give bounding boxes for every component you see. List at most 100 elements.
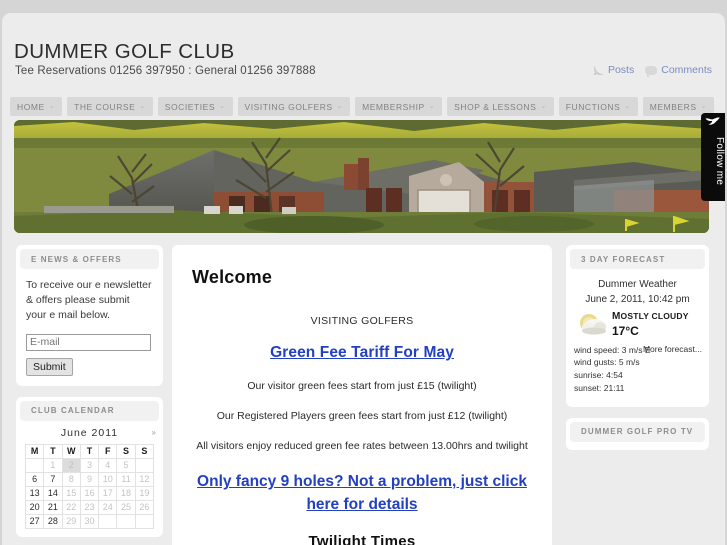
widget-3-day-forecast: 3 DAY FORECAST Dummer Weather June 2, 20… [566,245,709,407]
nav-item-societies[interactable]: SOCIETIES ⌄ [157,97,233,116]
submit-button[interactable]: Submit [26,357,73,376]
weather-timestamp: June 2, 2011, 10:42 pm [585,294,690,305]
calendar-day: 24 [98,499,118,515]
widget-title-pro-tv: DUMMER GOLF PRO TV [570,421,705,442]
calendar-weekday: S [134,443,155,459]
site-title: DUMMER GOLF CLUB [14,40,235,63]
chevron-down-icon: ⌄ [219,103,226,110]
page-root: DUMMER GOLF CLUB Tee Reservations 01256 … [0,0,727,545]
twitter-bird-icon [705,117,720,125]
chevron-down-icon: ⌄ [428,103,436,110]
calendar-day: 23 [79,499,100,515]
nine-holes-link[interactable]: Only fancy 9 holes? Not a problem, just … [192,470,532,517]
calendar-week-row: 27 28 29 30 [24,513,155,529]
email-field[interactable] [26,333,151,351]
calendar-table: M T W T F S S 1 2 3 4 5 6 7 8 9 10 11 12… [24,443,155,529]
sun-behind-cloud-icon [576,311,608,337]
nav-label: SHOP & LESSONS [454,101,537,112]
nav-item-functions[interactable]: FUNCTIONS ⌄ [558,97,638,116]
widget-club-calendar: CLUB CALENDAR June 2011 » M T W T F S S … [16,396,163,537]
calendar-day [116,513,136,529]
calendar-day: 15 [61,485,81,501]
follow-me-label: Follow me [714,137,725,186]
weather-stat: wind gusts: 5 m/s [574,357,640,368]
calendar-day: 16 [79,485,100,501]
calendar-day: 12 [134,471,155,487]
site-shell: DUMMER GOLF CLUB Tee Reservations 01256 … [2,13,725,545]
calendar-navigation: June 2011 » [16,421,163,444]
visiting-golfers-kicker: VISITING GOLFERS [310,315,414,327]
nav-label: FUNCTIONS [565,101,621,112]
weather-condition: MOSTLY CLOUDY [612,311,689,324]
calendar-day: 5 [116,457,136,473]
more-forecast-link[interactable]: More forecast... [643,343,702,356]
nav-item-membership[interactable]: MEMBERSHIP ⌄ [355,97,443,116]
nav-label: THE COURSE [74,101,136,112]
posts-feed-link[interactable]: Posts [593,64,634,76]
calendar-day-link[interactable]: 14 [43,485,63,501]
calendar-week-row: 6 7 8 9 10 11 12 [24,471,155,487]
calendar-week-row: 1 2 3 4 5 [24,457,155,473]
calendar-day: 4 [98,457,118,473]
nav-label: SOCIETIES [164,101,216,112]
page-title: Welcome [192,267,273,287]
fee-line: All visitors enjoy reduced green fee rat… [196,440,528,452]
calendar-next-month-button[interactable]: » [152,428,157,437]
weather-temperature: 17°C [612,323,639,338]
calendar-month-label: June 2011 [60,426,119,439]
calendar-day [24,457,45,473]
chevron-down-icon: ⌄ [700,103,707,110]
calendar-day: 25 [116,499,136,515]
nav-item-home[interactable]: HOME ⌄ [10,97,63,116]
masthead: DUMMER GOLF CLUB Tee Reservations 01256 … [2,13,725,83]
chevron-down-icon: ⌄ [139,103,146,110]
green-fee-tariff-link[interactable]: Green Fee Tariff For May [192,344,532,362]
chevron-down-icon: ⌄ [624,103,631,110]
calendar-day-link[interactable]: 6 [24,471,45,487]
comments-feed-label: Comments [661,64,712,76]
calendar-day: 11 [116,471,136,487]
weather-condition-rest: OSTLY CLOUDY [620,311,689,321]
calendar-weekday-row: M T W T F S S [24,443,155,459]
header-banner-image [14,120,709,233]
nav-item-visiting-golfers[interactable]: VISITING GOLFERS ⌄ [237,97,351,116]
calendar-day: 29 [61,513,81,529]
nav-item-shop-and-lessons[interactable]: SHOP & LESSONS ⌄ [447,97,554,116]
calendar-day [98,513,118,529]
weather-stat: sunrise: 4:54 [574,370,623,380]
calendar-weekday: T [79,443,100,459]
weather-location: Dummer Weather [598,279,677,290]
calendar-day-link[interactable]: 27 [24,513,45,529]
calendar-day-link[interactable]: 13 [24,485,45,501]
fee-line: Our visitor green fees start from just £… [247,380,477,392]
chevron-down-icon: ⌄ [540,103,547,110]
right-sidebar: 3 DAY FORECAST Dummer Weather June 2, 20… [566,245,709,461]
weather-condition-initial: M [612,311,621,322]
calendar-body: 1 2 3 4 5 6 7 8 9 10 11 12 13 14 15 16 1… [24,457,155,529]
nav-label: VISITING GOLFERS [244,101,333,112]
calendar-day-link[interactable]: 7 [43,471,63,487]
follow-me-tab[interactable]: Follow me [701,113,725,201]
calendar-day-today: 2 [61,457,81,473]
calendar-day: 30 [79,513,100,529]
calendar-day: 17 [98,485,118,501]
calendar-day-link[interactable]: 28 [43,513,63,529]
enews-description: To receive our e newsletter & offers ple… [26,279,152,321]
calendar-day: 8 [61,471,81,487]
calendar-day: 9 [79,471,100,487]
widget-pro-tv: DUMMER GOLF PRO TV [566,417,709,450]
twilight-times-heading: Twilight Times [308,532,416,545]
comments-feed-link[interactable]: Comments [645,64,712,77]
chevron-down-icon: ⌄ [48,103,56,110]
calendar-weekday: M [24,443,45,459]
nav-item-the-course[interactable]: THE COURSE ⌄ [67,97,153,116]
primary-navigation: HOME ⌄ THE COURSE ⌄ SOCIETIES ⌄ VISITING… [10,97,714,116]
calendar-weekday: W [61,443,81,459]
calendar-day-link[interactable]: 20 [24,499,45,515]
weather-stat: sunset: 21:11 [574,382,625,393]
calendar-day: 26 [134,499,155,515]
comment-bubble-icon [645,65,658,77]
calendar-day: 18 [116,485,136,501]
calendar-day: 1 [43,457,63,473]
calendar-day-link[interactable]: 21 [43,499,63,515]
